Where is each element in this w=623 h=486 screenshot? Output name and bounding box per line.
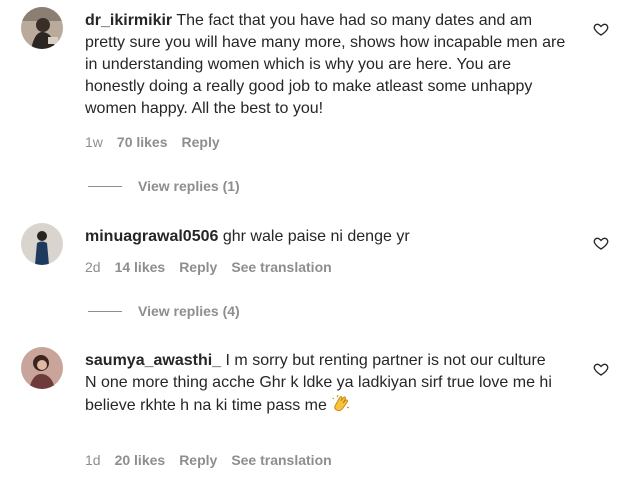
like-heart-icon[interactable] [593,235,609,251]
comment-time: 1w [85,134,103,150]
view-replies-label: View replies (1) [138,178,240,194]
like-heart-icon[interactable] [593,21,609,37]
reply-button[interactable]: Reply [182,134,220,150]
comment-username[interactable]: minuagrawal0506 [85,228,218,245]
comment-username[interactable]: dr_ikirmikir [85,12,172,29]
comment-body: dr_ikirmikir The fact that you have had … [85,10,575,120]
divider-line [88,310,122,312]
like-heart-icon[interactable] [593,361,609,377]
comment-likes[interactable]: 20 likes [115,452,166,468]
comment-likes[interactable]: 14 likes [115,259,166,275]
view-replies-button[interactable]: View replies (1) [88,178,240,194]
view-replies-button[interactable]: View replies (4) [88,303,240,319]
comment-meta: 1w 70 likes Reply [85,134,220,150]
avatar[interactable] [21,7,63,49]
comment-text-line-2: N one more thing acche Ghr k ldke ya lad… [85,374,552,414]
comment-body: saumya_awasthi_ I m sorry but renting pa… [85,350,575,421]
comment-body: minuagrawal0506 ghr wale paise ni denge … [85,226,575,248]
comment-meta: 1d 20 likes Reply See translation [85,452,332,468]
avatar[interactable] [21,347,63,389]
comment-text: ghr wale paise ni denge yr [222,228,410,245]
divider-line [88,185,122,187]
comment-text: I m sorry but renting partner is not our… [225,352,546,369]
reply-button[interactable]: Reply [179,452,217,468]
reply-button[interactable]: Reply [179,259,217,275]
see-translation-button[interactable]: See translation [231,452,331,468]
comment-time: 1d [85,452,101,468]
view-replies-label: View replies (4) [138,303,240,319]
comment-time: 2d [85,259,101,275]
clapping-hands-icon [331,394,351,421]
comment-meta: 2d 14 likes Reply See translation [85,259,332,275]
comment-likes[interactable]: 70 likes [117,134,168,150]
see-translation-button[interactable]: See translation [231,259,331,275]
avatar[interactable] [21,223,63,265]
comment-username[interactable]: saumya_awasthi_ [85,352,221,369]
